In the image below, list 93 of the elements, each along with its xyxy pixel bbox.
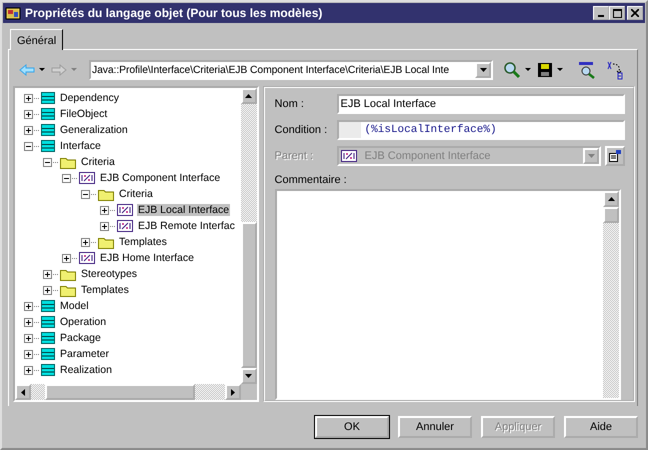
caret-icon[interactable] [39,68,45,72]
tree-item[interactable]: EJB Remote Interfac [137,220,236,232]
criterion-icon [79,252,95,264]
up-arrow-icon [608,197,614,201]
tree-item[interactable]: EJB Home Interface [99,252,195,264]
tree-item[interactable]: Model [59,300,90,312]
path-combo-box[interactable]: Java::Profile\Interface\Criteria\EJB Component Interface\Criteria\EJB Local Inte [89,60,493,80]
tree-item[interactable]: EJB Component Interface [99,172,222,184]
tree-item[interactable]: Dependency [59,92,120,104]
expand-icon[interactable] [24,302,33,310]
table-icon [41,364,55,376]
app-icon [5,6,21,20]
folder-icon [98,188,114,200]
expand-icon[interactable] [100,206,109,214]
dialog-button[interactable]: OK [315,416,389,438]
tree-item[interactable]: Templates [80,284,130,296]
folder-icon [60,156,76,168]
tree-item[interactable]: Stereotypes [80,268,138,280]
replace-icon[interactable] [605,60,625,80]
tree-item[interactable]: Criteria [80,156,116,168]
dropdown-arrow-icon [588,154,594,158]
minimize-button[interactable] [593,6,609,20]
maximize-button[interactable] [609,6,625,20]
tree-item[interactable]: Interface [59,140,102,152]
collapse-icon[interactable] [24,142,33,150]
expand-icon[interactable] [24,126,33,134]
maximize-icon [612,8,622,18]
tree-item[interactable]: EJB Local Interface [137,204,230,216]
expand-icon[interactable] [24,318,33,326]
dialog-button[interactable]: Annuler [398,416,472,438]
close-button[interactable] [627,6,643,20]
table-icon [41,140,55,152]
criterion-icon [117,204,133,216]
expand-icon[interactable] [43,270,52,278]
dropdown-arrow-icon [480,68,486,72]
condition-field[interactable]: (%isLocalInterface%) [336,120,625,140]
table-icon [41,124,55,136]
down-arrow-icon [245,374,252,378]
tree-item[interactable]: Operation [59,316,108,328]
expand-icon[interactable] [24,350,33,358]
collapse-icon[interactable] [62,174,71,182]
field-label: Commentaire : [274,174,348,186]
table-icon [41,332,55,344]
search-icon[interactable] [503,61,521,79]
criterion-icon [340,150,357,162]
table-icon [41,108,55,120]
field-label: Nom : [274,98,305,110]
tree-item[interactable]: Realization [59,364,113,376]
tree-item[interactable]: Parameter [59,348,110,360]
expand-icon[interactable] [24,366,33,374]
expand-icon[interactable] [81,238,90,246]
caret-icon[interactable] [557,68,563,72]
right-arrow-icon [230,388,235,396]
collapse-icon[interactable] [43,158,52,166]
spell-check-icon[interactable] [577,61,597,79]
left-arrow-icon [21,388,25,396]
tree-item[interactable]: FileObject [59,108,108,120]
dialog-button[interactable]: Aide [564,416,638,438]
folder-icon [98,236,114,248]
criterion-icon [79,172,95,184]
vertical-scrollbar[interactable] [240,88,257,384]
folder-icon [60,268,76,280]
caret-icon[interactable] [525,68,531,72]
name-field[interactable]: EJB Local Interface [336,94,625,114]
tab[interactable]: Général [10,29,64,50]
expand-icon[interactable] [62,254,71,262]
tree-item[interactable]: Package [59,332,102,344]
tree-item[interactable]: Templates [118,236,168,248]
expand-icon[interactable] [43,286,52,294]
field-label: Condition : [274,124,328,136]
properties-button[interactable] [605,146,625,166]
save-icon[interactable] [537,62,553,78]
tree-item[interactable]: Generalization [59,124,129,136]
up-arrow-icon [245,94,252,98]
expand-icon[interactable] [24,94,33,102]
field-label: Parent : [274,150,314,162]
tree-item[interactable]: Criteria [118,188,154,200]
vertical-scrollbar[interactable] [603,191,619,398]
folder-icon [60,284,76,296]
expand-icon[interactable] [24,334,33,342]
table-icon [41,300,55,312]
window-title: Propriétés du langage objet (Pour tous les modèles) [25,6,324,20]
horizontal-scrollbar[interactable] [15,384,241,400]
table-icon [41,348,55,360]
expand-icon[interactable] [24,110,33,118]
collapse-icon[interactable] [81,190,90,198]
criterion-icon [117,220,133,232]
expand-icon[interactable] [100,222,109,230]
close-icon [631,9,639,17]
scroll-thumb[interactable] [603,207,619,223]
table-icon [41,316,55,328]
comment-field[interactable] [274,189,621,400]
table-icon [41,92,55,104]
